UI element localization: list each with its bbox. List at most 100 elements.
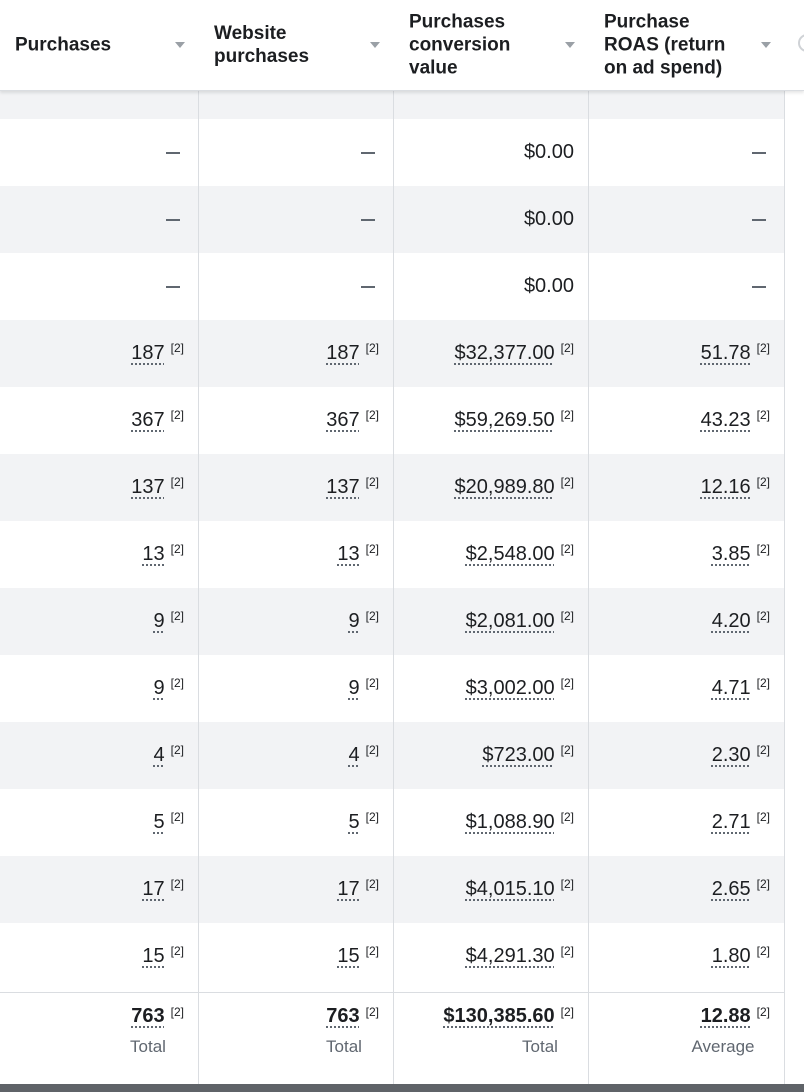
cell-value-link[interactable]: 51.78 <box>701 342 751 365</box>
column-header-purchases-conversion-value[interactable]: Purchases conversion value <box>394 0 588 90</box>
total-label: Total <box>522 1037 558 1056</box>
footnote-marker: [2] <box>756 541 770 556</box>
cell-value: $3,002.00 [2] <box>394 655 588 722</box>
column-header-website-purchases[interactable]: Website purchases <box>199 0 393 90</box>
cell-value-link[interactable]: 12.16 <box>701 476 751 499</box>
cell-value-link[interactable]: 15 <box>142 945 164 968</box>
cell-value-link[interactable]: 15 <box>337 945 359 968</box>
cell-roas: — <box>589 186 784 253</box>
cell-value-link[interactable]: 2.65 <box>712 878 751 901</box>
cell-value-link[interactable]: 187 <box>326 342 359 365</box>
empty-dash: — <box>752 218 766 221</box>
cell-value-link[interactable]: 367 <box>326 409 359 432</box>
cell-roas: 4.20 [2] <box>589 588 784 655</box>
sort-caret-icon[interactable] <box>175 42 185 48</box>
cell-value-link[interactable]: $59,269.50 <box>455 409 555 432</box>
cell-value: $0.00 <box>523 141 574 163</box>
cell-website: 9 [2] <box>199 588 393 655</box>
cell-purchases: 367 [2] <box>0 387 198 454</box>
cell-value: $723.00 [2] <box>394 722 588 789</box>
cell-value-link[interactable]: 4 <box>349 744 360 767</box>
horizontal-scrollbar[interactable] <box>0 1084 804 1092</box>
cell-purchases: 187 [2] <box>0 320 198 387</box>
total-value[interactable]: 12.88 [2] <box>701 1005 770 1028</box>
cell-value-link[interactable]: $32,377.00 <box>455 342 555 365</box>
cell-value-link[interactable]: 4.20 <box>712 610 751 633</box>
total-label: Average <box>691 1037 755 1056</box>
cell-value-link[interactable]: 187 <box>131 342 164 365</box>
cell-roas: 3.85 [2] <box>589 521 784 588</box>
footnote-marker: [2] <box>170 675 184 690</box>
cell-value-link[interactable]: 367 <box>131 409 164 432</box>
cell-value-link[interactable]: 3.85 <box>712 543 751 566</box>
cell-purchases: 9 [2] <box>0 655 198 722</box>
footnote-marker: [2] <box>756 943 770 958</box>
footnote-marker: [2] <box>365 608 379 623</box>
cell-value-link[interactable]: $4,291.30 <box>466 945 555 968</box>
cell-value-link[interactable]: 9 <box>154 610 165 633</box>
table-row: 4 [2] 4 [2] $723.00 [2] 2.30 [2] <box>0 722 784 789</box>
cell-website: — <box>199 253 393 320</box>
cell-value: $4,015.10 [2] <box>394 856 588 923</box>
cell-value-link[interactable]: 137 <box>326 476 359 499</box>
cell-value-link[interactable]: $1,088.90 <box>466 811 555 834</box>
cell-purchases: 17 [2] <box>0 856 198 923</box>
cell-website: 5 [2] <box>199 789 393 856</box>
footnote-marker: [2] <box>560 608 574 623</box>
cell-value-link[interactable]: 2.71 <box>712 811 751 834</box>
footnote-marker: [2] <box>560 742 574 757</box>
cell-value-link[interactable]: $3,002.00 <box>466 677 555 700</box>
cell-value-link[interactable]: 4.71 <box>712 677 751 700</box>
cell-value-link[interactable]: $20,989.80 <box>455 476 555 499</box>
cell-value-link[interactable]: 9 <box>349 610 360 633</box>
cell-website: — <box>199 186 393 253</box>
footnote-marker: [2] <box>170 474 184 489</box>
cell-value-link[interactable]: 13 <box>337 543 359 566</box>
cell-value-link[interactable]: 5 <box>154 811 165 834</box>
cell-value-link[interactable]: $2,548.00 <box>466 543 555 566</box>
footnote-marker: [2] <box>560 340 574 355</box>
cell-purchases: 5 [2] <box>0 789 198 856</box>
table-row: 5 [2] 5 [2] $1,088.90 [2] 2.71 [2] <box>0 789 784 856</box>
empty-dash: — <box>361 218 375 221</box>
cell-value-link[interactable]: 5 <box>349 811 360 834</box>
cell-value-link[interactable]: 1.80 <box>712 945 751 968</box>
column-divider <box>784 0 785 1084</box>
cell-value-link[interactable]: 13 <box>142 543 164 566</box>
cell-website: 9 [2] <box>199 655 393 722</box>
total-value[interactable]: 763 [2] <box>131 1005 184 1028</box>
cell-value-link[interactable]: $2,081.00 <box>466 610 555 633</box>
sort-caret-icon[interactable] <box>565 42 575 48</box>
cell-value-link[interactable]: 17 <box>142 878 164 901</box>
cell-value-link[interactable]: 2.30 <box>712 744 751 767</box>
column-header-purchase-roas[interactable]: Purchase ROAS (return on ad spend) <box>589 0 784 90</box>
cell-value-link[interactable]: 4 <box>154 744 165 767</box>
footnote-marker: [2] <box>560 809 574 824</box>
cell-value-link[interactable]: 9 <box>154 677 165 700</box>
cell-value: $0.00 <box>523 208 574 230</box>
cell-value-link[interactable]: $723.00 <box>482 744 554 767</box>
column-header-purchases[interactable]: Purchases <box>0 0 198 90</box>
cell-value-link[interactable]: 43.23 <box>701 409 751 432</box>
sort-caret-icon[interactable] <box>761 42 771 48</box>
cell-value-link[interactable]: $4,015.10 <box>466 878 555 901</box>
cell-value-link[interactable]: 137 <box>131 476 164 499</box>
total-label: Total <box>130 1037 166 1056</box>
cell-value-link[interactable]: 9 <box>349 677 360 700</box>
footnote-marker: [2] <box>170 742 184 757</box>
table-row: 187 [2] 187 [2] $32,377.00 [2] 51.78 [2] <box>0 320 784 387</box>
total-value[interactable]: 763 [2] <box>326 1005 379 1028</box>
cell-value-link[interactable]: 17 <box>337 878 359 901</box>
cell-roas: 4.71 [2] <box>589 655 784 722</box>
footnote-marker: [2] <box>756 407 770 422</box>
empty-dash: — <box>752 285 766 288</box>
cell-purchases: 9 [2] <box>0 588 198 655</box>
cell-value: $1,088.90 [2] <box>394 789 588 856</box>
footnote-marker: [2] <box>170 407 184 422</box>
footnote-marker: [2] <box>560 876 574 891</box>
total-value[interactable]: $130,385.60 [2] <box>443 1005 574 1028</box>
sort-caret-icon[interactable] <box>370 42 380 48</box>
table-row: 15 [2] 15 [2] $4,291.30 [2] 1.80 [2] <box>0 923 784 990</box>
empty-dash: — <box>166 151 180 154</box>
footnote-marker: [2] <box>365 340 379 355</box>
